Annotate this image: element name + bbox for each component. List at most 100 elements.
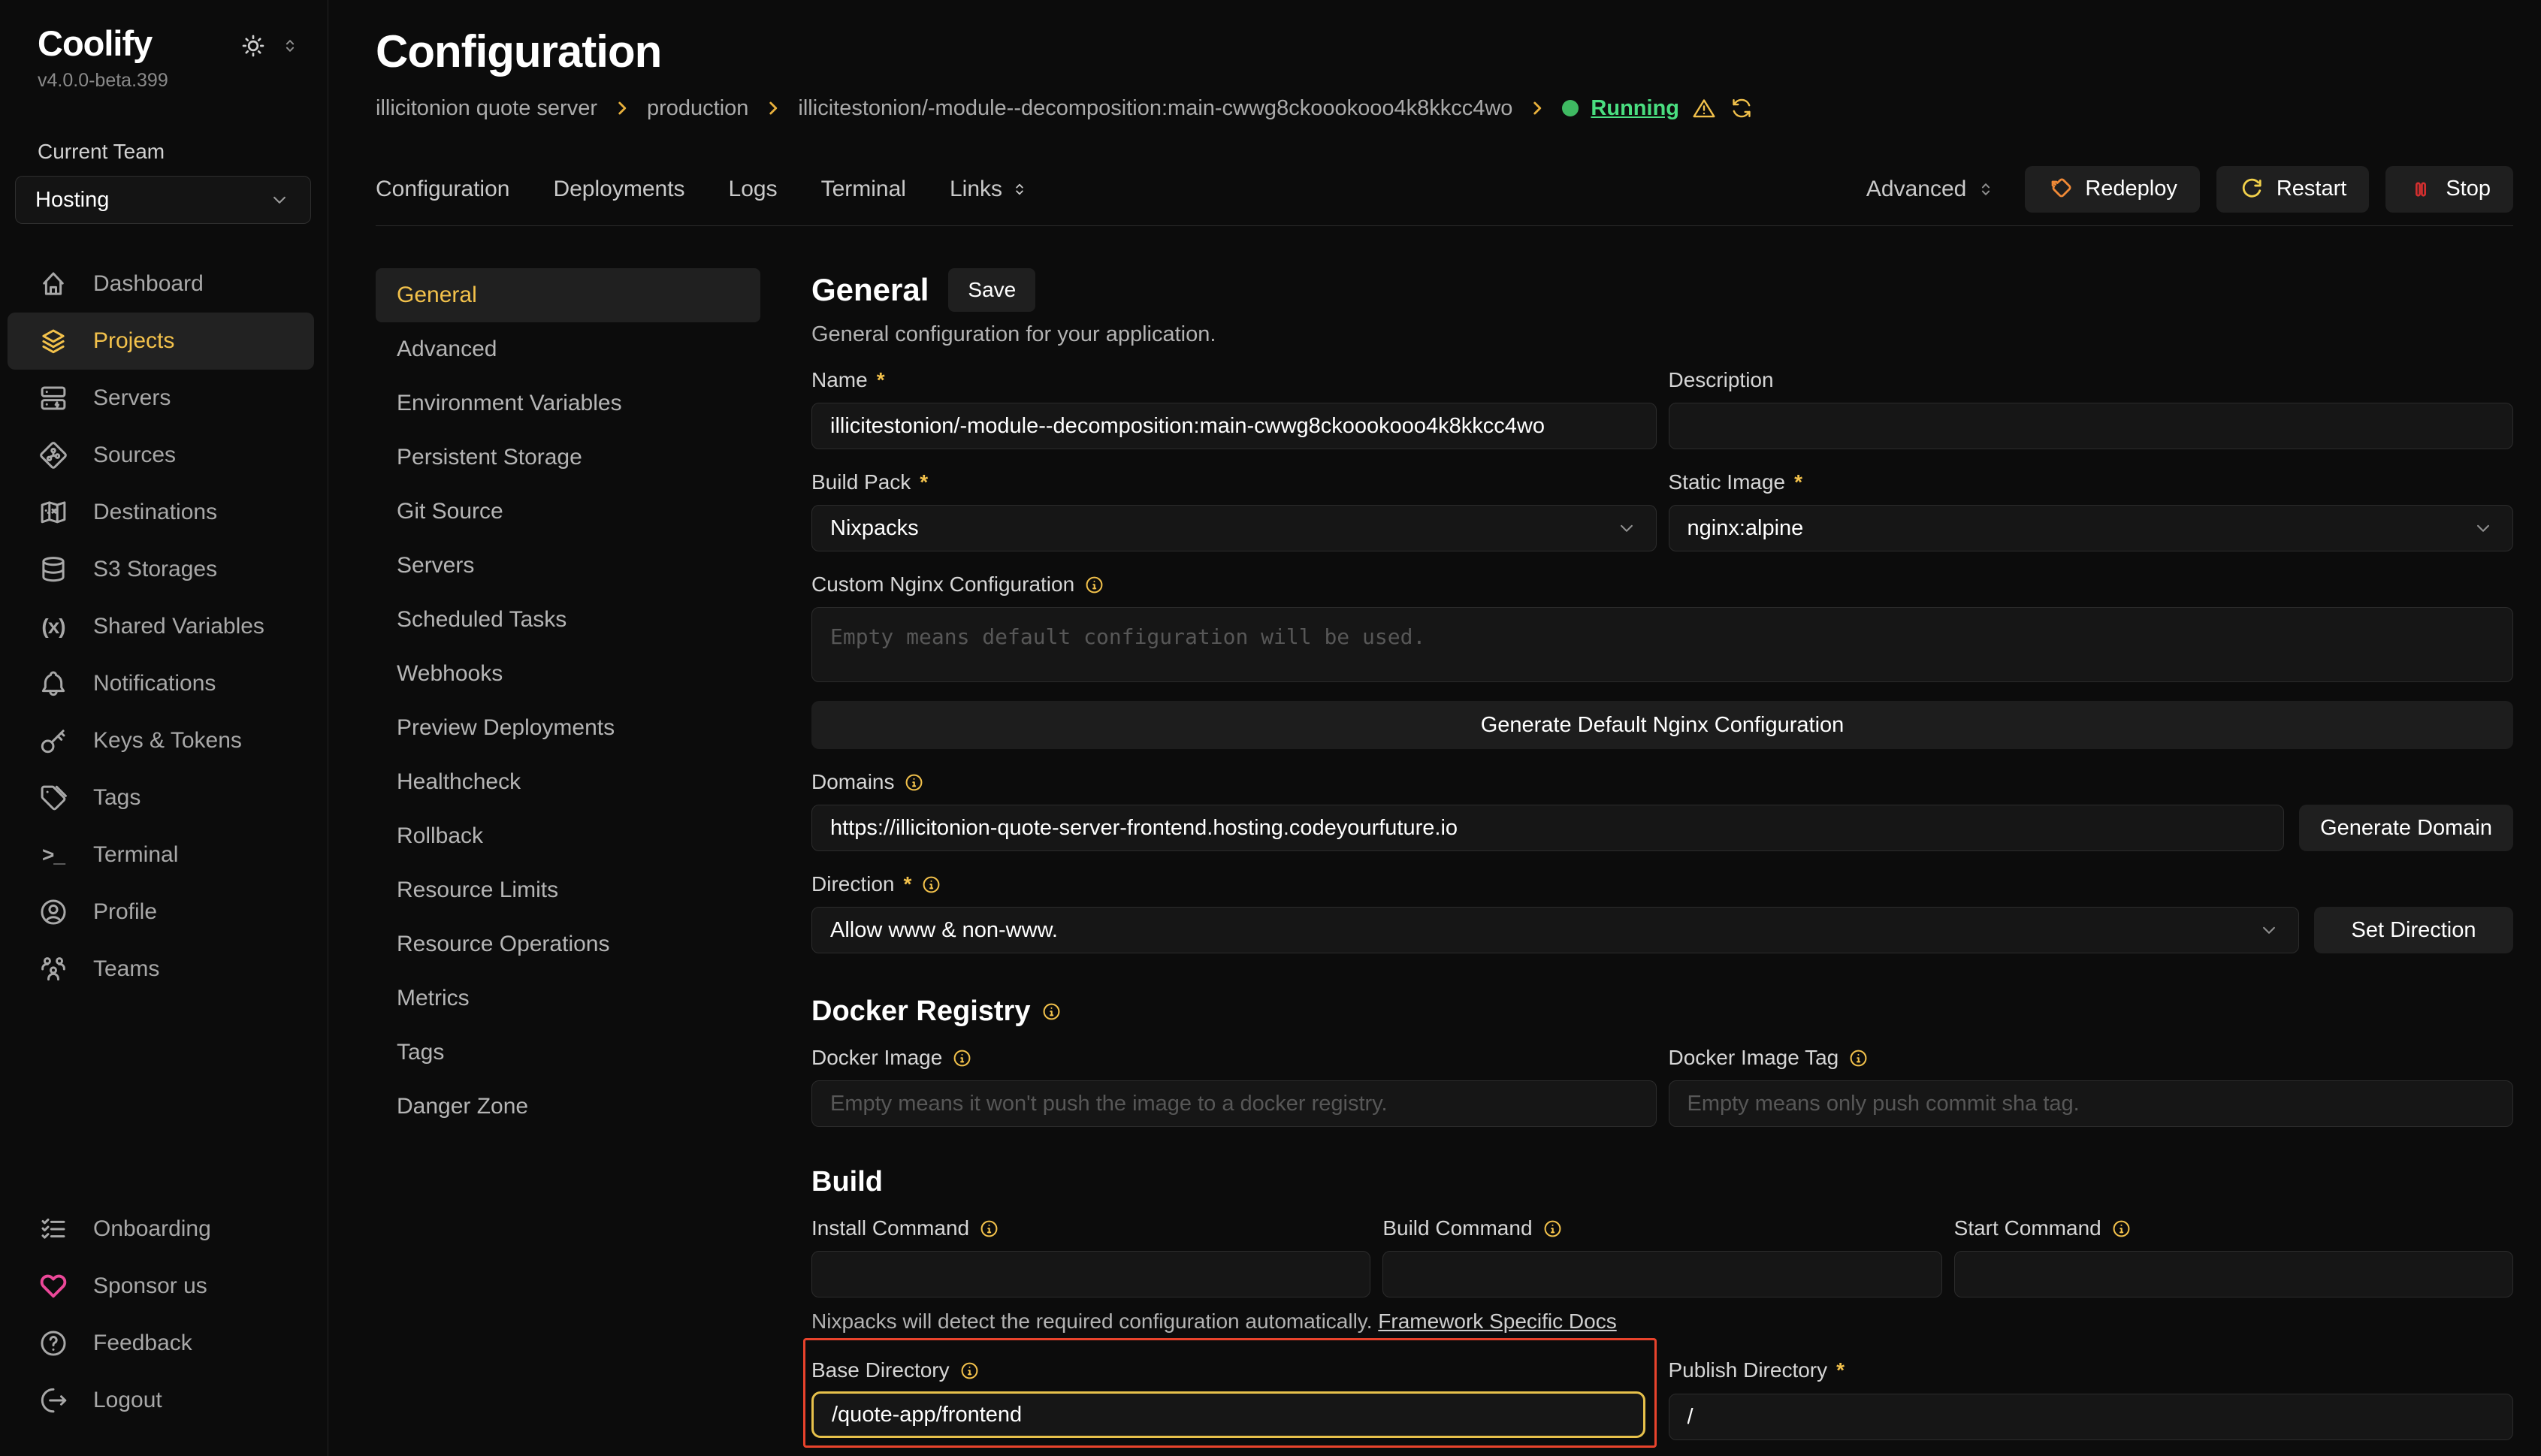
- sidebar-item-tags[interactable]: Tags: [8, 769, 314, 826]
- subnav-item-servers[interactable]: Servers: [376, 539, 760, 593]
- advanced-dropdown[interactable]: Advanced: [1866, 177, 1996, 202]
- domains-input[interactable]: [811, 805, 2284, 851]
- sidebar-item-profile[interactable]: Profile: [8, 884, 314, 941]
- users-icon: [38, 953, 69, 985]
- tab-deployments[interactable]: Deployments: [553, 177, 684, 202]
- sidebar-item-logout[interactable]: Logout: [8, 1372, 314, 1429]
- info-icon[interactable]: [903, 772, 925, 793]
- subnav-item-preview-deployments[interactable]: Preview Deployments: [376, 701, 760, 755]
- info-icon[interactable]: [1041, 1001, 1062, 1023]
- generate-domain-button[interactable]: Generate Domain: [2299, 805, 2513, 851]
- install-command-input[interactable]: [811, 1251, 1370, 1297]
- subnav-item-environment-variables[interactable]: Environment Variables: [376, 376, 760, 430]
- sidebar-item-notifications[interactable]: Notifications: [8, 655, 314, 712]
- base-directory-input[interactable]: [811, 1391, 1645, 1438]
- info-icon[interactable]: [1848, 1047, 1869, 1069]
- build-pack-select[interactable]: Nixpacks: [811, 505, 1657, 551]
- info-icon[interactable]: [978, 1218, 1000, 1240]
- breadcrumb-project[interactable]: illicitonion quote server: [376, 96, 597, 121]
- build-heading: Build: [811, 1166, 2513, 1198]
- build-command-input[interactable]: [1382, 1251, 1941, 1297]
- restart-button[interactable]: Restart: [2216, 166, 2369, 213]
- sidebar-item-teams[interactable]: Teams: [8, 941, 314, 998]
- framework-docs-link[interactable]: Framework Specific Docs: [1378, 1309, 1616, 1333]
- checklist-icon: [38, 1213, 69, 1245]
- sidebar-item-shared-variables[interactable]: (x) Shared Variables: [8, 598, 314, 655]
- sidebar-item-sources[interactable]: Sources: [8, 427, 314, 484]
- chevron-down-icon: [2472, 517, 2494, 539]
- docker-image-input[interactable]: [811, 1080, 1657, 1127]
- warning-icon[interactable]: [1691, 95, 1717, 121]
- docker-image-tag-label: Docker Image Tag: [1669, 1046, 2514, 1070]
- heart-icon: [38, 1270, 69, 1302]
- theme-selector-icon[interactable]: [279, 35, 301, 56]
- breadcrumb-application[interactable]: illicitestonion/-module--decomposition:m…: [798, 96, 1512, 121]
- info-icon[interactable]: [920, 874, 942, 896]
- stop-button[interactable]: Stop: [2385, 166, 2513, 213]
- sidebar-item-destinations[interactable]: Destinations: [8, 484, 314, 541]
- general-form: General Save General configuration for y…: [811, 268, 2513, 1456]
- tab-links[interactable]: Links: [950, 177, 1029, 202]
- description-input[interactable]: [1669, 403, 2514, 449]
- info-icon[interactable]: [1083, 574, 1105, 596]
- info-icon[interactable]: [951, 1047, 973, 1069]
- chevron-right-icon: [612, 98, 632, 118]
- subnav-item-healthcheck[interactable]: Healthcheck: [376, 755, 760, 809]
- build-pack-label: Build Pack*: [811, 470, 1657, 494]
- team-select[interactable]: Hosting: [15, 176, 311, 224]
- sidebar-item-terminal[interactable]: >_ Terminal: [8, 826, 314, 884]
- start-command-label: Start Command: [1954, 1216, 2513, 1240]
- braces-x-icon: (x): [38, 611, 69, 642]
- set-direction-button[interactable]: Set Direction: [2314, 907, 2513, 953]
- main-area: Configuration illicitonion quote server …: [328, 0, 2541, 1456]
- subnav-item-resource-operations[interactable]: Resource Operations: [376, 917, 760, 971]
- subnav-item-tags[interactable]: Tags: [376, 1026, 760, 1080]
- refresh-icon[interactable]: [1729, 95, 1754, 121]
- direction-select[interactable]: Allow www & non-www.: [811, 907, 2299, 953]
- redeploy-button[interactable]: Redeploy: [2025, 166, 2200, 213]
- page-title: Configuration: [376, 26, 2513, 77]
- terminal-icon: >_: [38, 839, 69, 871]
- breadcrumb-environment[interactable]: production: [647, 96, 748, 121]
- build-command-label: Build Command: [1382, 1216, 1941, 1240]
- subnav-item-persistent-storage[interactable]: Persistent Storage: [376, 430, 760, 485]
- subnav-item-advanced[interactable]: Advanced: [376, 322, 760, 376]
- custom-nginx-textarea[interactable]: [811, 607, 2513, 682]
- publish-directory-input[interactable]: [1669, 1394, 2514, 1440]
- subnav-item-webhooks[interactable]: Webhooks: [376, 647, 760, 701]
- sidebar-item-servers[interactable]: Servers: [8, 370, 314, 427]
- tab-terminal[interactable]: Terminal: [821, 177, 906, 202]
- info-icon[interactable]: [959, 1360, 980, 1382]
- tab-logs[interactable]: Logs: [729, 177, 778, 202]
- docker-image-tag-input[interactable]: [1669, 1080, 2514, 1127]
- subnav-item-resource-limits[interactable]: Resource Limits: [376, 863, 760, 917]
- sidebar-item-keys-tokens[interactable]: Keys & Tokens: [8, 712, 314, 769]
- subnav-item-git-source[interactable]: Git Source: [376, 485, 760, 539]
- tab-configuration[interactable]: Configuration: [376, 177, 509, 202]
- info-icon[interactable]: [1542, 1218, 1564, 1240]
- status-running-link[interactable]: Running: [1591, 96, 1679, 121]
- sidebar-item-onboarding[interactable]: Onboarding: [8, 1201, 314, 1258]
- subnav-item-general[interactable]: General: [376, 268, 760, 322]
- sidebar-item-s3-storages[interactable]: S3 Storages: [8, 541, 314, 598]
- home-icon: [38, 268, 69, 300]
- name-input[interactable]: [811, 403, 1657, 449]
- save-button[interactable]: Save: [948, 268, 1035, 312]
- bell-icon: [38, 668, 69, 699]
- subnav-item-scheduled-tasks[interactable]: Scheduled Tasks: [376, 593, 760, 647]
- subnav-item-metrics[interactable]: Metrics: [376, 971, 760, 1026]
- sidebar-item-feedback[interactable]: Feedback: [8, 1315, 314, 1372]
- app-logo: Coolify: [38, 23, 152, 64]
- domains-label: Domains: [811, 770, 2513, 794]
- theme-toggle-sun-icon[interactable]: [239, 32, 267, 60]
- generate-nginx-button[interactable]: Generate Default Nginx Configuration: [811, 701, 2513, 749]
- sidebar-item-projects[interactable]: Projects: [8, 313, 314, 370]
- sidebar-item-dashboard[interactable]: Dashboard: [8, 255, 314, 313]
- static-image-select[interactable]: nginx:alpine: [1669, 505, 2514, 551]
- subnav-item-danger-zone[interactable]: Danger Zone: [376, 1080, 760, 1134]
- info-icon[interactable]: [2110, 1218, 2132, 1240]
- start-command-input[interactable]: [1954, 1251, 2513, 1297]
- sidebar-item-sponsor-us[interactable]: Sponsor us: [8, 1258, 314, 1315]
- subnav-item-rollback[interactable]: Rollback: [376, 809, 760, 863]
- section-title: General: [811, 272, 929, 308]
